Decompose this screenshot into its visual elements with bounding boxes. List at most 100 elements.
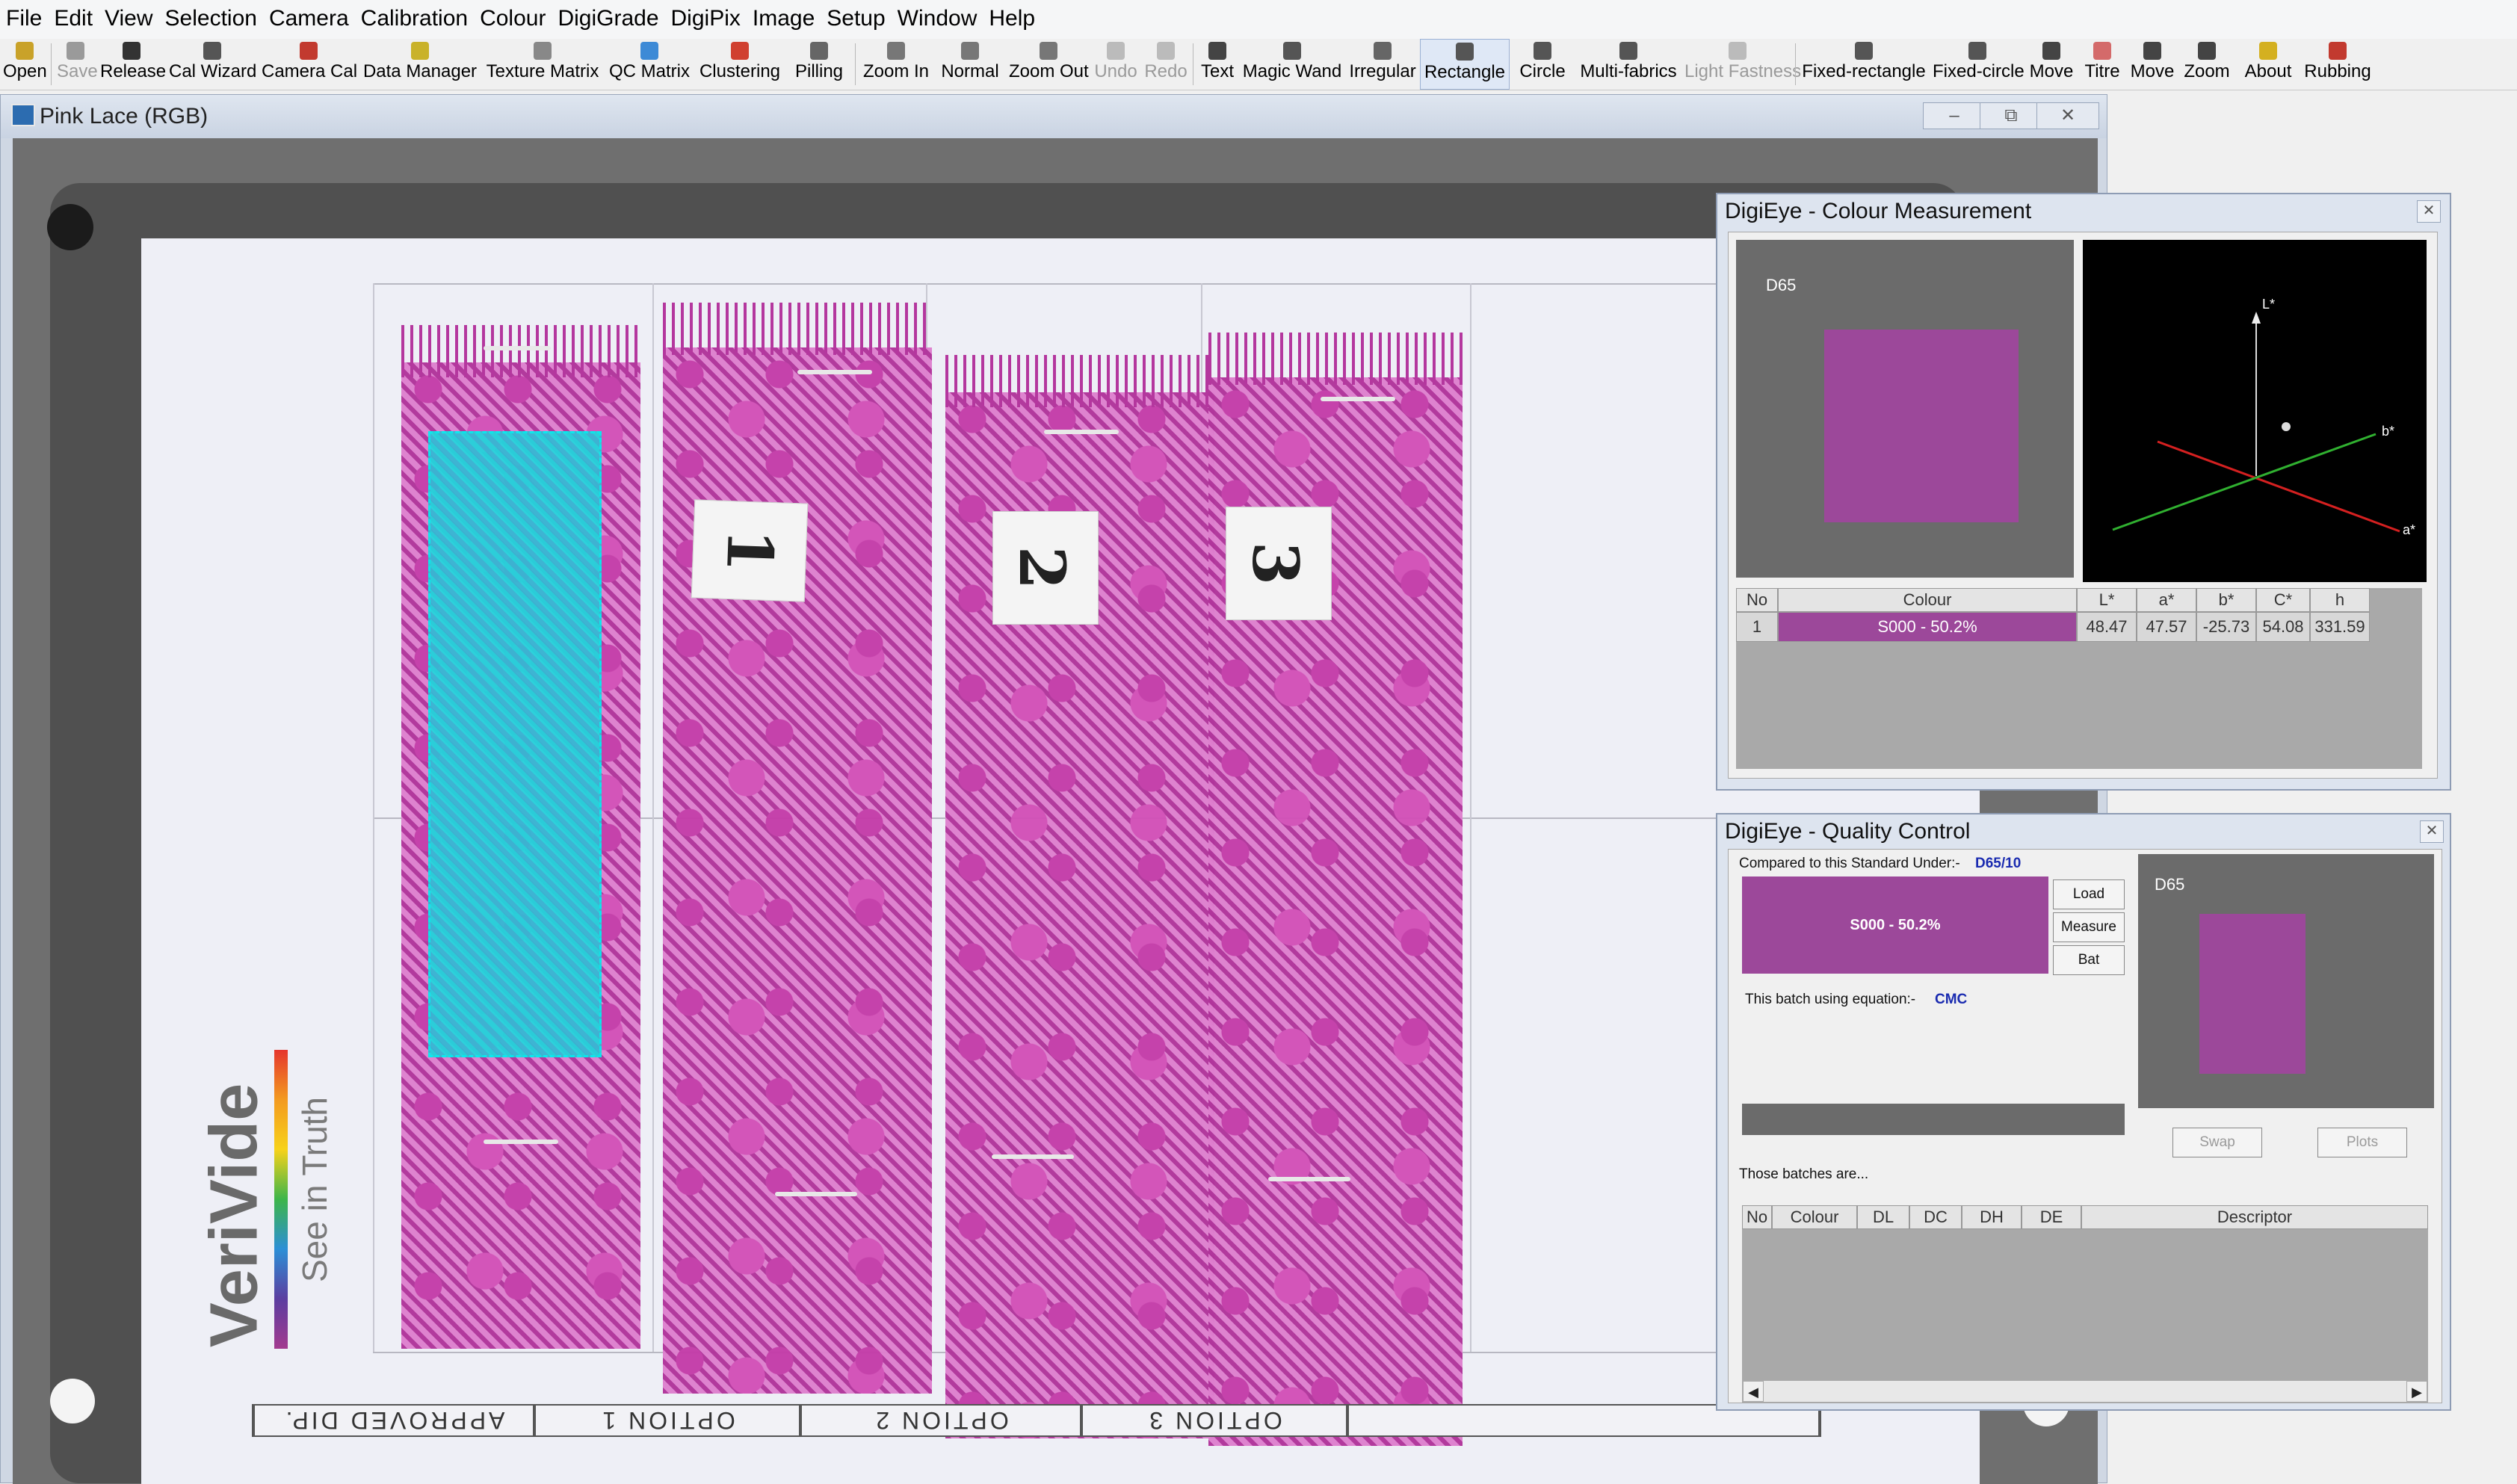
sample-number-card-3: 3 [1226, 507, 1332, 620]
measurement-col-header[interactable]: b* [2196, 588, 2256, 612]
batch-col-header[interactable]: DE [2022, 1205, 2081, 1229]
option-label-3: OPTION 3 [1081, 1406, 1347, 1435]
toolbar-zoom-button[interactable]: Zoom [2178, 39, 2236, 90]
menu-digigrade[interactable]: DigiGrade [552, 0, 664, 31]
close-document-button[interactable]: ✕ [2036, 102, 2099, 129]
menu-help[interactable]: Help [983, 0, 1041, 31]
image-document-icon [11, 104, 35, 126]
toolbar-open-button[interactable]: Open [0, 39, 49, 90]
batches-horizontal-scrollbar[interactable]: ◀ ▶ [1742, 1380, 2428, 1403]
toolbar-light-fastness-button[interactable]: Light Fastness [1681, 39, 1801, 90]
colour-measurement-close-button[interactable]: ✕ [2417, 200, 2441, 223]
menu-file[interactable]: File [0, 0, 48, 31]
toolbar-data-manager-button[interactable]: Data Manager [359, 39, 481, 90]
toolbar-clustering-button[interactable]: Clustering [695, 39, 785, 90]
batch-col-header[interactable]: DL [1857, 1205, 1909, 1229]
document-titlebar[interactable]: Pink Lace (RGB) – ⧉ ✕ [1, 95, 2107, 138]
measurement-col-header[interactable]: Colour [1778, 588, 2077, 612]
quality-control-close-button[interactable]: ✕ [2420, 820, 2444, 843]
toolbar-label: Fixed-circle [1933, 61, 2025, 81]
batch-col-header[interactable]: DC [1909, 1205, 1962, 1229]
pin [992, 1154, 1074, 1159]
toolbar-move-button[interactable]: Move [2127, 39, 2178, 90]
measurement-col-header[interactable]: No [1736, 588, 1778, 612]
plots-button[interactable]: Plots [2317, 1128, 2407, 1157]
toolbar-pilling-button[interactable]: Pilling [785, 39, 853, 90]
toolbar-rubbing-button[interactable]: Rubbing [2300, 39, 2375, 90]
measurement-col-header[interactable]: C* [2256, 588, 2310, 612]
measure-button[interactable]: Measure [2053, 912, 2125, 942]
menu-window[interactable]: Window [892, 0, 983, 31]
menu-setup[interactable]: Setup [821, 0, 891, 31]
menu-image[interactable]: Image [747, 0, 821, 31]
brand-tagline: See in Truth [295, 1096, 335, 1283]
measurement-col-header[interactable]: h [2310, 588, 2370, 612]
toolbar-separator [51, 43, 52, 85]
menu-view[interactable]: View [99, 0, 158, 31]
batch-col-header[interactable]: Colour [1772, 1205, 1857, 1229]
toolbar-about-button[interactable]: About [2236, 39, 2300, 90]
measurement-col-header[interactable]: a* [2137, 588, 2196, 612]
toolbar-fixed-rectangle-button[interactable]: Fixed-rectangle [1798, 39, 1930, 90]
toolbar-zoom-out-button[interactable]: Zoom Out [1006, 39, 1091, 90]
menu-selection[interactable]: Selection [159, 0, 263, 31]
toolbar-text-button[interactable]: Text [1196, 39, 1239, 90]
toolbar-release-button[interactable]: Release [97, 39, 166, 90]
toolbar-circle-button[interactable]: Circle [1510, 39, 1575, 90]
toolbar-multi-fabrics-button[interactable]: Multi-fabrics [1575, 39, 1681, 90]
measurement-cell[interactable]: 54.08 [2256, 612, 2310, 642]
rectangle-selection[interactable] [428, 431, 602, 1057]
batch-col-header[interactable]: Descriptor [2081, 1205, 2428, 1229]
measurement-cell[interactable]: -25.73 [2196, 612, 2256, 642]
measurement-cell[interactable]: 48.47 [2077, 612, 2137, 642]
measurement-cell[interactable]: 331.59 [2310, 612, 2370, 642]
pin [1044, 430, 1119, 434]
toolbar-titre-button[interactable]: Titre [2078, 39, 2127, 90]
toolbar-undo-button[interactable]: Undo [1091, 39, 1140, 90]
menu-edit[interactable]: Edit [48, 0, 99, 31]
toolbar-label: Clustering [699, 61, 781, 81]
toolbar-label: Move [2130, 61, 2175, 81]
lab-3d-plot: L* b* a* [2083, 240, 2427, 582]
toolbar-label: Zoom [2184, 61, 2230, 81]
option-label-approved: APPROVED DIP. [253, 1406, 534, 1435]
toolbar-label: Titre [2084, 61, 2120, 81]
restore-button[interactable]: ⧉ [1980, 102, 2042, 129]
toolbar-redo-button[interactable]: Redo [1140, 39, 1191, 90]
toolbar-label: Text [1200, 61, 1234, 81]
toolbar-texture-matrix-button[interactable]: Texture Matrix [481, 39, 604, 90]
toolbar-move-button[interactable]: Move [2025, 39, 2078, 90]
swap-button[interactable]: Swap [2172, 1128, 2262, 1157]
toolbar-save-button[interactable]: Save [54, 39, 98, 90]
toolbar-normal-button[interactable]: Normal [934, 39, 1006, 90]
menu-digipix[interactable]: DigiPix [665, 0, 747, 31]
quality-control-title: DigiEye - Quality Control [1725, 819, 1971, 844]
batch-col-header[interactable]: No [1742, 1205, 1772, 1229]
measurement-cell[interactable]: 1 [1736, 612, 1778, 642]
toolbar-fixed-circle-button[interactable]: Fixed-circle [1930, 39, 2025, 90]
toolbar-zoom-in-button[interactable]: Zoom In [858, 39, 934, 90]
menu-colour[interactable]: Colour [474, 0, 552, 31]
measurement-cell[interactable]: 47.57 [2137, 612, 2196, 642]
measurement-col-header[interactable]: L* [2077, 588, 2137, 612]
card-line [1470, 283, 1471, 1352]
standard-swatch[interactable]: S000 - 50.2% [1742, 877, 2048, 974]
load-button[interactable]: Load [2053, 879, 2125, 909]
measurement-cell[interactable]: S000 - 50.2% [1778, 612, 2077, 642]
toolbar-qc-matrix-button[interactable]: QC Matrix [604, 39, 695, 90]
toolbar-label: Zoom Out [1009, 61, 1089, 81]
scroll-left-arrow[interactable]: ◀ [1743, 1381, 1764, 1402]
undo-icon [1107, 42, 1125, 60]
equation-value[interactable]: CMC [1935, 992, 1967, 1008]
toolbar-irregular-button[interactable]: Irregular [1345, 39, 1420, 90]
scroll-right-arrow[interactable]: ▶ [2406, 1381, 2427, 1402]
menu-camera[interactable]: Camera [263, 0, 355, 31]
toolbar-rectangle-button[interactable]: Rectangle [1420, 39, 1510, 90]
toolbar-cal-wizard-button[interactable]: Cal Wizard [166, 39, 259, 90]
batch-col-header[interactable]: DH [1962, 1205, 2022, 1229]
menu-calibration[interactable]: Calibration [355, 0, 474, 31]
toolbar-magic-wand-button[interactable]: Magic Wand [1239, 39, 1345, 90]
minimize-button[interactable]: – [1923, 102, 1986, 129]
toolbar-camera-cal-button[interactable]: Camera Cal [259, 39, 359, 90]
bat-button[interactable]: Bat [2053, 945, 2125, 975]
